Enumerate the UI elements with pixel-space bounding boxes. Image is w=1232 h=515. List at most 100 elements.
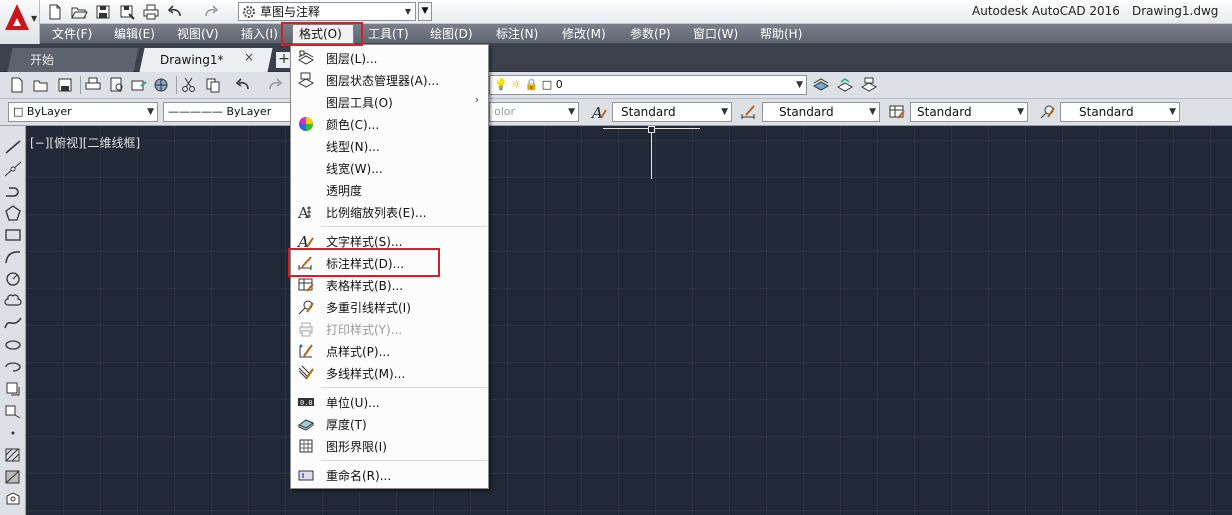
menu-item-units[interactable]: 0.0 单位(U)... bbox=[292, 391, 487, 413]
drawing-canvas[interactable] bbox=[26, 126, 1232, 515]
rectangle-icon[interactable] bbox=[3, 226, 23, 244]
menu-item-layer-states[interactable]: 图层状态管理器(A)... bbox=[292, 69, 487, 91]
menu-item-multiline-style[interactable]: 多线样式(M)... bbox=[292, 362, 487, 384]
menu-parametric[interactable]: 参数(P) bbox=[624, 24, 677, 44]
3d-dwf-icon[interactable] bbox=[152, 76, 170, 94]
dimension-style-icon[interactable] bbox=[740, 103, 758, 121]
construction-line-icon[interactable] bbox=[3, 160, 23, 178]
point-icon[interactable] bbox=[3, 424, 23, 442]
arc-icon[interactable] bbox=[3, 248, 23, 266]
region-icon[interactable] bbox=[3, 490, 23, 508]
chevron-down-icon: ▼ bbox=[147, 107, 154, 117]
menu-window[interactable]: 窗口(W) bbox=[687, 24, 744, 44]
redo-icon[interactable] bbox=[266, 76, 284, 94]
cut-icon[interactable] bbox=[180, 76, 198, 94]
redo-icon[interactable] bbox=[202, 3, 220, 21]
hatch-icon[interactable] bbox=[3, 446, 23, 464]
linetype-select[interactable]: ————— ByLayer bbox=[163, 102, 293, 122]
table-style-icon[interactable] bbox=[888, 103, 906, 121]
undo-icon[interactable] bbox=[166, 3, 184, 21]
tab-start[interactable]: 开始 bbox=[7, 48, 139, 72]
multiline-style-icon bbox=[297, 364, 315, 382]
menu-dimension[interactable]: 标注(N) bbox=[490, 24, 544, 44]
text-style-value: Standard bbox=[621, 105, 676, 119]
menu-insert[interactable]: 插入(I) bbox=[235, 24, 284, 44]
menu-item-table-style[interactable]: 表格样式(B)... bbox=[292, 274, 487, 296]
menu-item-transparency[interactable]: 透明度 bbox=[292, 179, 487, 201]
lineweight-select[interactable]: olor ▼ bbox=[489, 102, 579, 122]
open-file-icon[interactable] bbox=[70, 3, 88, 21]
publish-icon[interactable] bbox=[130, 76, 148, 94]
menu-separator bbox=[321, 460, 487, 461]
ellipse-icon[interactable] bbox=[3, 336, 23, 354]
multileader-style-select[interactable]: Standard ▼ bbox=[1060, 102, 1180, 122]
dimension-style-select[interactable]: Standard ▼ bbox=[762, 102, 880, 122]
revision-cloud-icon[interactable] bbox=[3, 292, 23, 310]
menu-item-label: 线型(N)... bbox=[326, 140, 380, 154]
color-swatch-icon: □ bbox=[13, 105, 24, 118]
circle-icon[interactable] bbox=[3, 270, 23, 288]
menu-bar: 文件(F) 编辑(E) 视图(V) 插入(I) 格式(O) 工具(T) 绘图(D… bbox=[0, 24, 1232, 44]
menu-modify[interactable]: 修改(M) bbox=[556, 24, 612, 44]
menu-item-point-style[interactable]: 点样式(P)... bbox=[292, 340, 487, 362]
menu-draw[interactable]: 绘图(D) bbox=[424, 24, 479, 44]
text-style-select[interactable]: Standard ▼ bbox=[612, 102, 732, 122]
menu-item-layer[interactable]: 图层(L)... bbox=[292, 47, 487, 69]
line-icon[interactable] bbox=[3, 138, 23, 156]
menu-item-color[interactable]: 颜色(C)... bbox=[292, 113, 487, 135]
chevron-down-icon: ▼ bbox=[869, 107, 876, 117]
make-current-layer-icon[interactable] bbox=[812, 76, 830, 94]
color-select[interactable]: □ ByLayer ▼ bbox=[8, 102, 158, 122]
spline-icon[interactable] bbox=[3, 314, 23, 332]
menu-item-linetype[interactable]: 线型(N)... bbox=[292, 135, 487, 157]
layer-states-icon[interactable] bbox=[860, 76, 878, 94]
new-file-icon[interactable] bbox=[8, 76, 26, 94]
menu-view[interactable]: 视图(V) bbox=[171, 24, 225, 44]
viewport-controls[interactable]: [−][俯视][二维线框] bbox=[30, 134, 140, 151]
multileader-style-icon[interactable] bbox=[1038, 103, 1056, 121]
layer-select[interactable]: 💡 ☼ 🔒 □ 0 ▼ bbox=[489, 75, 807, 95]
polygon-icon[interactable] bbox=[3, 204, 23, 222]
quick-access-customize-button[interactable]: ▼ bbox=[418, 2, 432, 21]
table-style-select[interactable]: Standard ▼ bbox=[910, 102, 1028, 122]
copy-icon[interactable] bbox=[204, 76, 222, 94]
menu-item-scale-list[interactable]: A 比例缩放列表(E)... bbox=[292, 201, 487, 223]
menu-item-label: 单位(U)... bbox=[326, 396, 380, 410]
menu-item-text-style[interactable]: A 文字样式(S)... bbox=[292, 230, 487, 252]
new-file-icon[interactable] bbox=[46, 3, 64, 21]
menu-item-drawing-limits[interactable]: 图形界限(I) bbox=[292, 435, 487, 457]
layer-previous-icon[interactable] bbox=[836, 76, 854, 94]
text-style-icon[interactable]: A bbox=[590, 103, 608, 122]
title-bar: 草图与注释 ▼ ▼ Autodesk AutoCAD 2016 Drawing1… bbox=[0, 0, 1232, 24]
menu-item-multileader-style[interactable]: 多重引线样式(I) bbox=[292, 296, 487, 318]
print-icon[interactable] bbox=[142, 3, 160, 21]
close-tab-icon[interactable]: × bbox=[244, 50, 254, 64]
menu-item-layer-tools[interactable]: 图层工具(O) › bbox=[292, 91, 487, 113]
multileader-style-icon bbox=[297, 298, 315, 316]
menu-item-lineweight[interactable]: 线宽(W)... bbox=[292, 157, 487, 179]
menu-item-rename[interactable]: 重命名(R)... bbox=[292, 464, 487, 486]
save-icon[interactable] bbox=[94, 3, 112, 21]
menu-tools[interactable]: 工具(T) bbox=[362, 24, 415, 44]
print-preview-icon[interactable] bbox=[108, 76, 126, 94]
application-menu-button[interactable]: ▼ bbox=[0, 0, 40, 44]
menu-item-dimension-style[interactable]: 标注样式(D)... bbox=[292, 252, 487, 274]
insert-block-icon[interactable] bbox=[3, 380, 23, 398]
print-icon[interactable] bbox=[84, 76, 102, 94]
menu-help[interactable]: 帮助(H) bbox=[754, 24, 808, 44]
menu-file[interactable]: 文件(F) bbox=[46, 24, 98, 44]
gradient-icon[interactable] bbox=[3, 468, 23, 486]
undo-icon[interactable] bbox=[234, 76, 252, 94]
lock-icon: 🔒 bbox=[524, 78, 539, 91]
ellipse-arc-icon[interactable] bbox=[3, 358, 23, 376]
open-file-icon[interactable] bbox=[32, 76, 50, 94]
workspace-select[interactable]: 草图与注释 ▼ bbox=[238, 2, 416, 21]
menu-format[interactable]: 格式(O) bbox=[292, 24, 354, 44]
menu-item-thickness[interactable]: 厚度(T) bbox=[292, 413, 487, 435]
polyline-icon[interactable] bbox=[3, 182, 23, 200]
make-block-icon[interactable] bbox=[3, 402, 23, 420]
autocad-logo-icon bbox=[5, 4, 29, 30]
save-as-icon[interactable] bbox=[118, 3, 136, 21]
menu-edit[interactable]: 编辑(E) bbox=[108, 24, 161, 44]
save-icon[interactable] bbox=[56, 76, 74, 94]
